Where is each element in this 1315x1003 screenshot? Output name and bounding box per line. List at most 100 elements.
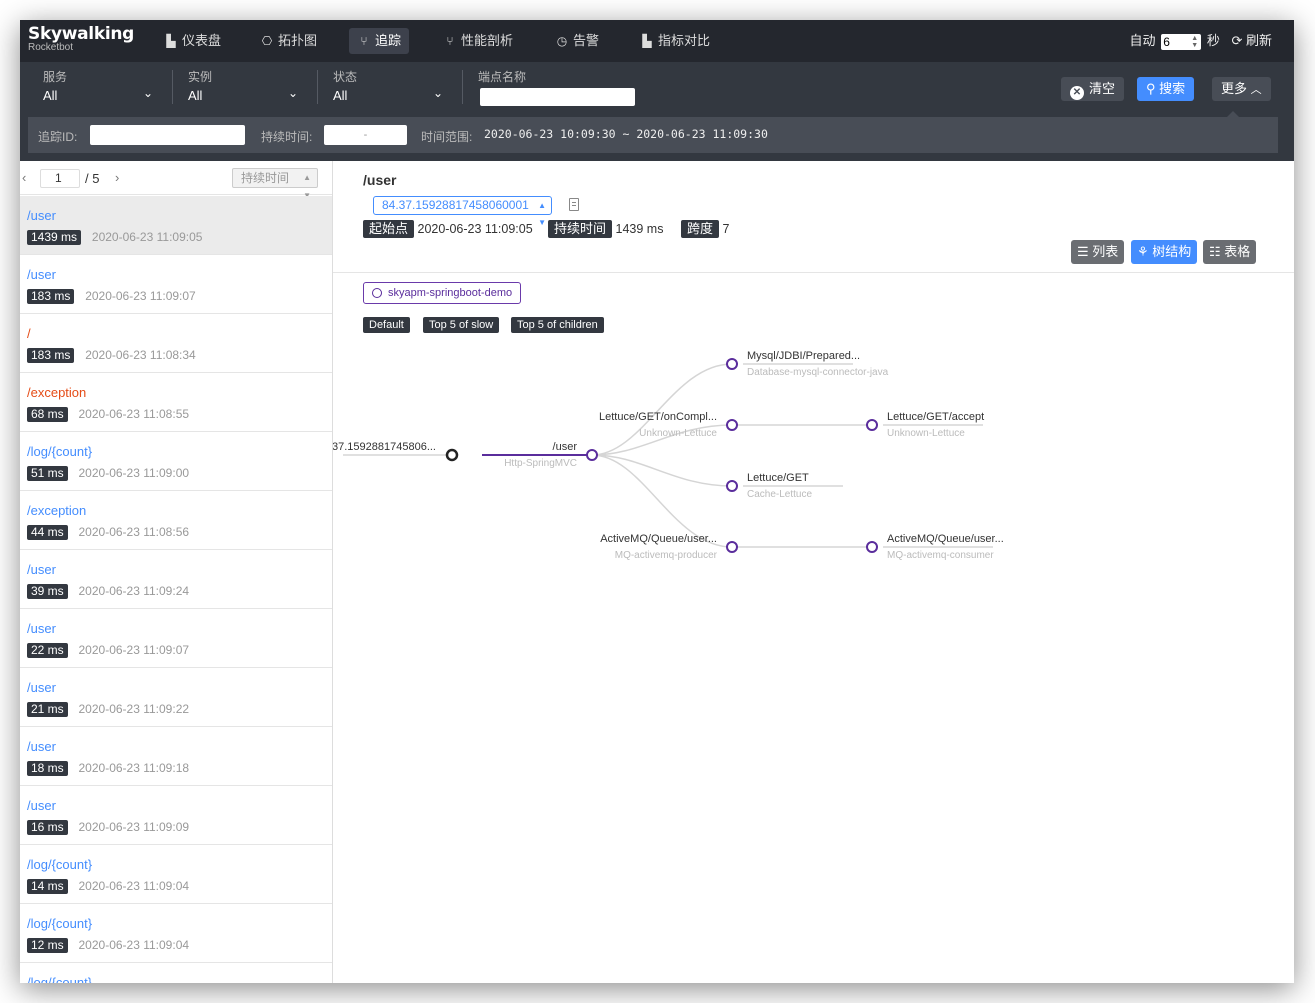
nav-profile[interactable]: ⑂ 性能剖析 [435, 28, 521, 54]
nav-compare[interactable]: ▙ 指标对比 [632, 28, 718, 54]
duration-input[interactable]: - [324, 125, 407, 145]
view-label: 列表 [1092, 244, 1119, 259]
trace-endpoint[interactable]: /exception [27, 385, 86, 400]
trace-id-select[interactable]: 84.37.15928817458060001 ▲ ▼ [373, 196, 552, 227]
tree-node[interactable] [866, 541, 878, 553]
tree-node[interactable] [726, 358, 738, 370]
trace-endpoint[interactable]: /user [27, 739, 56, 754]
trace-row[interactable]: /user 18 ms 2020-06-23 11:09:18 [20, 727, 332, 786]
page-input[interactable]: 1 [40, 169, 80, 188]
trace-endpoint[interactable]: /user [27, 680, 56, 695]
tree-node[interactable] [726, 541, 738, 553]
more-button[interactable]: 更多 ︿ [1212, 77, 1271, 101]
tree-node[interactable] [586, 449, 598, 461]
divider [462, 70, 463, 104]
trace-endpoint[interactable]: /log/{count} [27, 916, 92, 931]
chevron-down-icon: ⌄ [288, 86, 299, 100]
tree-node-label: /user [553, 441, 578, 453]
trace-row[interactable]: /user 1439 ms 2020-06-23 11:09:05 [20, 196, 332, 255]
view-label: 树结构 [1152, 244, 1192, 259]
trace-row[interactable]: /user 16 ms 2020-06-23 11:09:09 [20, 786, 332, 845]
search-button[interactable]: ⚲ 搜索 [1137, 77, 1195, 101]
view-list-button[interactable]: ☰ 列表 [1071, 240, 1125, 264]
service-label: 服务 [43, 70, 68, 84]
tree-node-sub: MQ-activemq-producer [615, 550, 718, 561]
trace-endpoint[interactable]: /user [27, 562, 56, 577]
instance-value: All [188, 88, 203, 103]
nav-trace[interactable]: ⑂ 追踪 [349, 28, 410, 54]
refresh-label: 刷新 [1245, 33, 1272, 48]
trace-endpoint[interactable]: /user [27, 621, 56, 636]
duration-badge: 12 ms [27, 938, 68, 953]
trace-row[interactable]: /user 39 ms 2020-06-23 11:09:24 [20, 550, 332, 609]
trace-row[interactable]: /log/{count} 14 ms 2020-06-23 11:09:04 [20, 845, 332, 904]
clipboard-icon[interactable] [569, 198, 579, 211]
span-tag: 跨度 [681, 220, 720, 238]
trace-row[interactable]: /log/{count} 51 ms 2020-06-23 11:09:00 [20, 432, 332, 491]
nav-alarm[interactable]: ◷ 告警 [547, 28, 607, 54]
nav-dashboard[interactable]: ▙ 仪表盘 [156, 28, 229, 54]
trace-title: /user [363, 172, 397, 188]
tree-node-label: Lettuce/GET/accept [887, 411, 984, 423]
instance-select[interactable]: 实例 All ⌄ [188, 68, 300, 103]
list-icon: ☰ [1077, 244, 1089, 259]
nav-label: 指标对比 [658, 33, 711, 48]
trace-endpoint[interactable]: /exception [27, 503, 86, 518]
trace-endpoint[interactable]: /user [27, 267, 56, 282]
tree-node[interactable] [726, 419, 738, 431]
tree-node-root[interactable] [445, 448, 459, 462]
trace-timestamp: 2020-06-23 11:09:05 [91, 230, 203, 244]
trace-row[interactable]: /exception 44 ms 2020-06-23 11:08:56 [20, 491, 332, 550]
app-window: Skywalking Rocketbot ▙ 仪表盘 ⎔ 拓扑图 ⑂ 追踪 ⑂ 性能剖析… [20, 20, 1294, 983]
trace-row[interactable]: /user 22 ms 2020-06-23 11:09:07 [20, 609, 332, 668]
trace-timestamp: 2020-06-23 11:08:34 [85, 348, 196, 362]
sort-select[interactable]: 持续时间▲▼ [232, 168, 318, 200]
endpoint-input[interactable] [480, 88, 635, 106]
auto-label[interactable]: 自动 [1130, 33, 1156, 48]
status-select[interactable]: 状态 All ⌄ [333, 68, 445, 103]
service-chip[interactable]: skyapm-springboot-demo [363, 282, 522, 304]
trace-endpoint[interactable]: /log/{count} [27, 975, 92, 983]
trace-endpoint[interactable]: /log/{count} [27, 857, 92, 872]
trace-row[interactable]: /exception 68 ms 2020-06-23 11:08:55 [20, 373, 332, 432]
compare-icon: ▙ [642, 34, 652, 48]
divider [317, 70, 318, 104]
refresh-button[interactable]: ⟳ 刷新 [1231, 33, 1272, 48]
view-tree-button[interactable]: ⚘ 树结构 [1131, 240, 1198, 264]
clear-button[interactable]: ✕ 清空 [1061, 77, 1125, 101]
chevron-left-icon[interactable]: ‹ [22, 170, 26, 185]
chevron-down-icon: ⌄ [143, 86, 154, 100]
service-select[interactable]: 服务 All ⌄ [43, 68, 155, 103]
tree-node[interactable] [866, 419, 878, 431]
time-range-value[interactable]: 2020-06-23 10:09:30 ~ 2020-06-23 11:09:3… [484, 127, 768, 141]
table-icon: ☷ [1209, 244, 1221, 259]
trace-endpoint[interactable]: / [27, 326, 31, 341]
trace-row[interactable]: /user 21 ms 2020-06-23 11:09:22 [20, 668, 332, 727]
trace-detail: /user 84.37.15928817458060001 ▲ ▼ 起始点 2020… [333, 161, 1294, 983]
trace-id-input[interactable] [90, 125, 245, 145]
tree-node[interactable] [726, 480, 738, 492]
duration-value: 1439 ms [615, 222, 664, 236]
start-meta: 起始点 2020-06-23 11:09:05 [363, 220, 533, 238]
trace-row[interactable]: /log/{count} 12 ms 2020-06-23 11:09:04 [20, 904, 332, 963]
status-label: 状态 [333, 70, 358, 84]
start-value: 2020-06-23 11:09:05 [417, 222, 533, 236]
trace-endpoint[interactable]: /user [27, 208, 56, 223]
chevron-right-icon[interactable]: › [115, 170, 119, 185]
filter-bar: 服务 All ⌄ 实例 All ⌄ 状态 All ⌄ 端点名称 ✕ 清空 ⚲ 搜索… [20, 62, 1294, 161]
interval-input[interactable]: 6 ▲ ▼ [1161, 33, 1202, 50]
duration-badge: 14 ms [27, 879, 68, 894]
spinner-icon[interactable]: ▲ ▼ [1191, 35, 1198, 49]
trace-endpoint[interactable]: /user [27, 798, 56, 813]
trace-endpoint[interactable]: /log/{count} [27, 444, 92, 459]
duration-badge: 39 ms [27, 584, 68, 599]
trace-row[interactable]: / 183 ms 2020-06-23 11:08:34 [20, 314, 332, 373]
tree-node-label: Lettuce/GET/onCompl... [599, 411, 717, 423]
trace-row[interactable]: /log/{count} [20, 963, 332, 983]
auto-refresh: 自动 6 ▲ ▼ 秒 ⟳ 刷新 [1130, 30, 1272, 50]
nav-topology[interactable]: ⎔ 拓扑图 [252, 28, 325, 54]
logo[interactable]: Skywalking Rocketbot [28, 24, 134, 53]
trace-row[interactable]: /user 183 ms 2020-06-23 11:09:07 [20, 255, 332, 314]
endpoint-label: 端点名称 [478, 70, 527, 84]
view-table-button[interactable]: ☷ 表格 [1203, 240, 1257, 264]
